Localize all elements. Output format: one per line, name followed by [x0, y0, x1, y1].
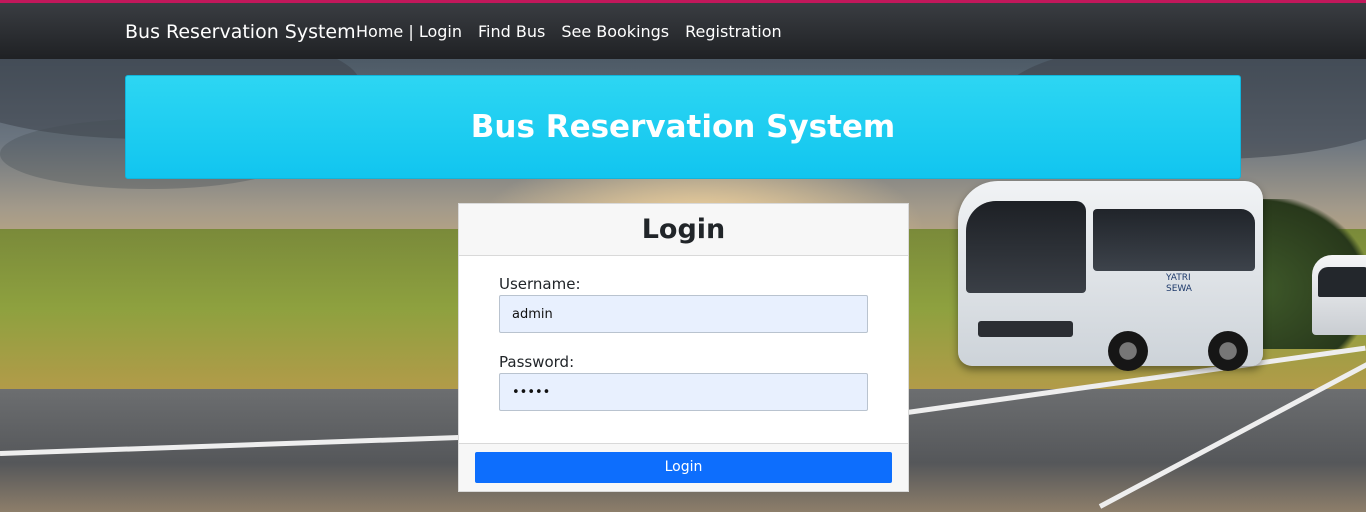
- navbar: Bus Reservation System Home | Login Find…: [0, 3, 1366, 59]
- bus-wheel: [1108, 331, 1148, 371]
- header-banner: Bus Reservation System: [125, 75, 1241, 179]
- bus-side-windows: [1093, 209, 1255, 271]
- login-card: Login Username: Password: Login: [458, 203, 909, 492]
- password-label: Password:: [499, 353, 575, 371]
- nav-links: Home | Login Find Bus See Bookings Regis…: [356, 21, 798, 43]
- username-input[interactable]: [499, 295, 868, 333]
- nav-link-see-bookings[interactable]: See Bookings: [561, 21, 669, 43]
- bus-windshield: [966, 201, 1086, 293]
- nav-link-home-login[interactable]: Home | Login: [356, 21, 462, 43]
- login-card-header: Login: [459, 204, 908, 256]
- bus-grille: [978, 321, 1073, 337]
- bus-wheel: [1208, 331, 1248, 371]
- password-input[interactable]: [499, 373, 868, 411]
- bus-logo: YATRI SEWA: [1166, 273, 1192, 294]
- second-bus-illustration: [1312, 255, 1366, 335]
- login-title: Login: [641, 213, 726, 245]
- login-card-footer: Login: [459, 443, 908, 491]
- nav-link-registration[interactable]: Registration: [685, 21, 781, 43]
- nav-link-find-bus[interactable]: Find Bus: [478, 21, 545, 43]
- navbar-brand[interactable]: Bus Reservation System: [125, 19, 356, 45]
- username-label: Username:: [499, 275, 581, 293]
- second-bus-window: [1318, 267, 1366, 297]
- login-button[interactable]: Login: [475, 452, 892, 483]
- bus-illustration: YATRI SEWA: [958, 181, 1263, 371]
- page-title: Bus Reservation System: [470, 109, 896, 145]
